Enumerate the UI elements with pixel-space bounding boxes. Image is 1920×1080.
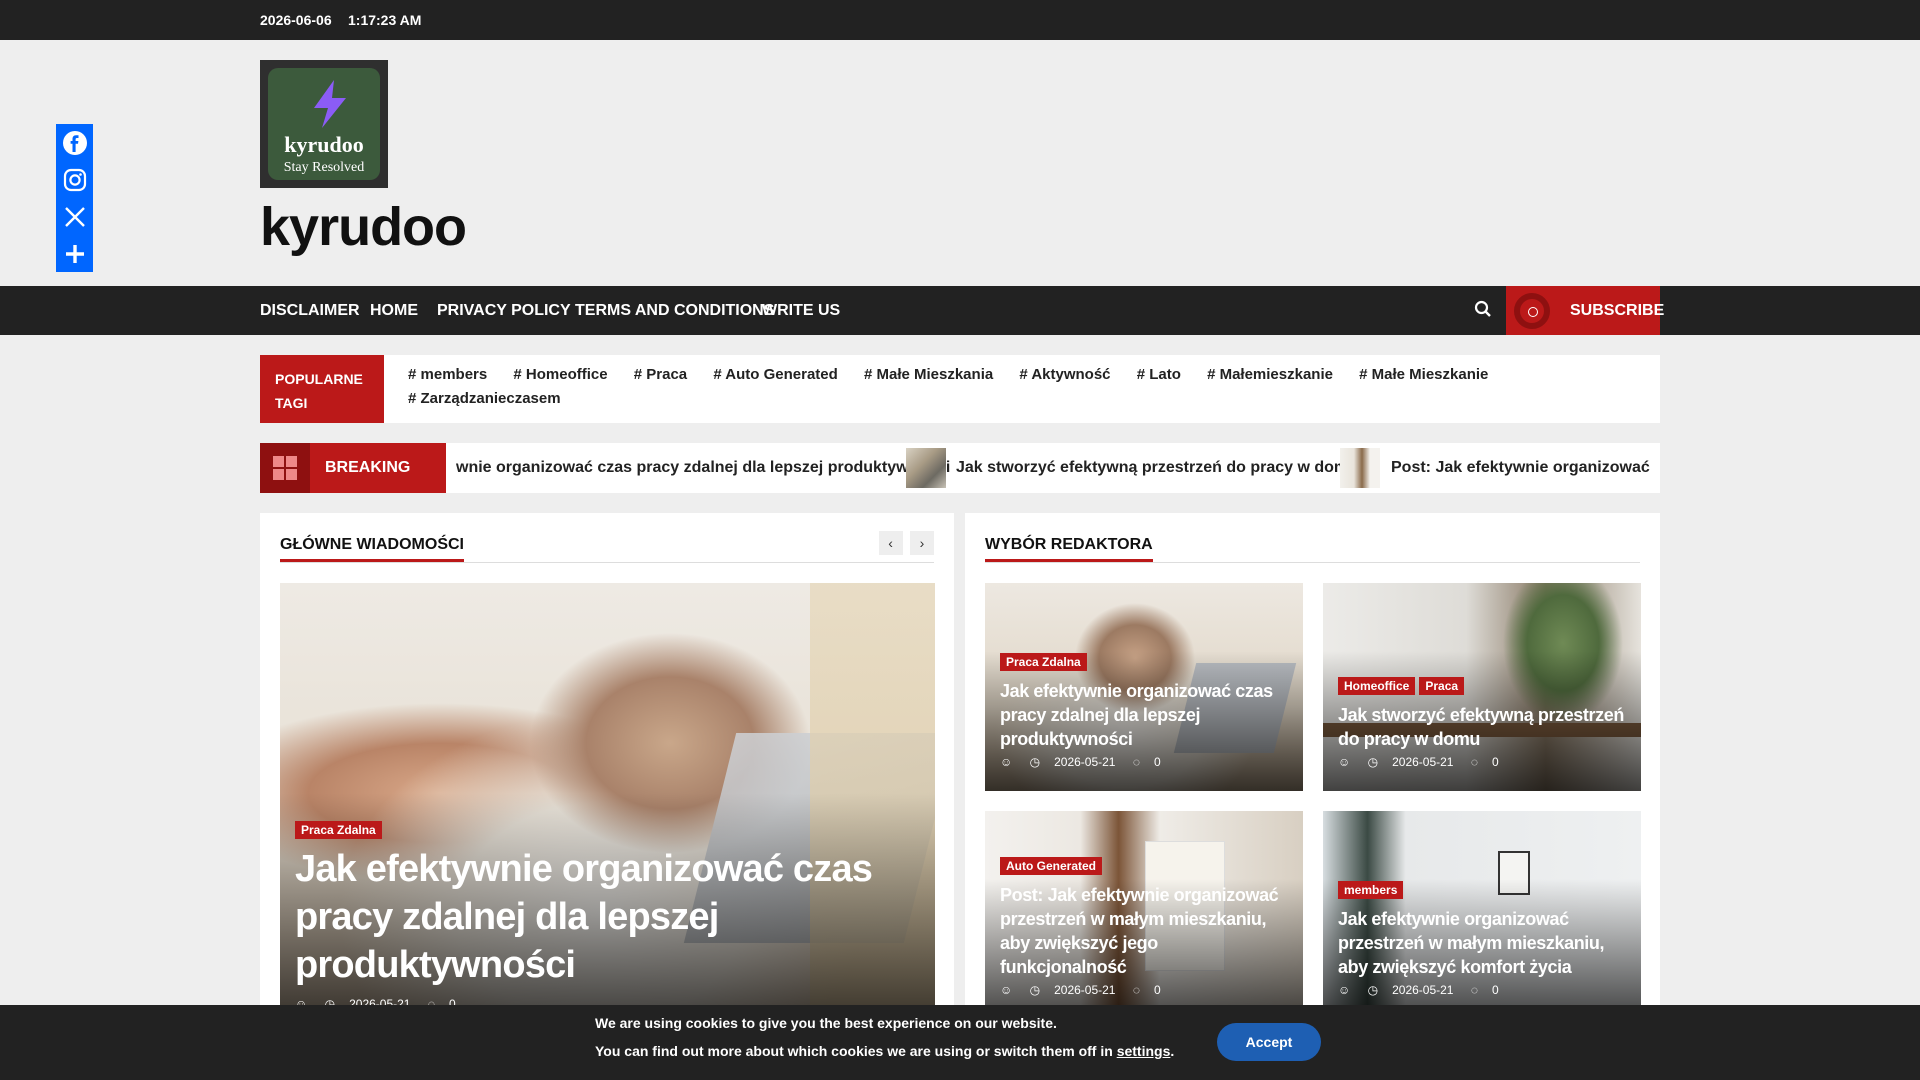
breaking-news-bar: BREAKING NEWS wnie organizować czas prac… <box>260 443 1660 493</box>
comment-icon: ◌ <box>1470 755 1478 769</box>
cookie-settings-link[interactable]: settings <box>1117 1043 1171 1059</box>
slider-next-button[interactable]: › <box>910 531 934 555</box>
top-bar: 2026-06-06 1:17:23 AM <box>0 0 1920 40</box>
subscribe-ring-icon <box>1514 293 1550 329</box>
nav-item-disclaimer[interactable]: DISCLAIMER <box>260 286 360 335</box>
comment-count[interactable]: 0 <box>1154 755 1161 769</box>
editors-pick-heading: WYBÓR REDAKTORA <box>985 533 1153 562</box>
breaking-news-ticker: wnie organizować czas pracy zdalnej dla … <box>456 443 1650 493</box>
nav-item-write-us[interactable]: WRITE US <box>762 286 840 335</box>
post-date: 2026-05-21 <box>1054 983 1116 997</box>
tags-list: # members # Homeoffice # Praca # Auto Ge… <box>408 363 1648 411</box>
editor-card[interactable]: Praca Zdalna Jak efektywnie organizować … <box>985 583 1303 791</box>
grid-icon <box>260 443 310 493</box>
cookie-line-1: We are using cookies to give you the bes… <box>595 1015 1057 1031</box>
subscribe-label: SUBSCRIBE <box>1570 302 1665 319</box>
ticker-item[interactable]: wnie organizować czas pracy zdalnej dla … <box>456 443 950 493</box>
comment-count[interactable]: 0 <box>1492 755 1499 769</box>
clock-icon: ◷ <box>1367 983 1379 997</box>
comment-count[interactable]: 0 <box>1154 983 1161 997</box>
site-title[interactable]: kyrudoo <box>260 196 467 258</box>
clock-icon: ◷ <box>1367 755 1379 769</box>
clock-icon: ◷ <box>1029 755 1041 769</box>
nav-item-home[interactable]: HOME <box>370 286 418 335</box>
author-icon[interactable]: ☺ <box>1000 983 1012 997</box>
popular-tags: POPULARNE TAGI # members # Homeoffice # … <box>260 355 1660 423</box>
author-icon[interactable]: ☺ <box>1338 983 1350 997</box>
comment-count[interactable]: 0 <box>1492 983 1499 997</box>
tag-link[interactable]: # Praca <box>634 363 687 387</box>
tag-link[interactable]: # Lato <box>1137 363 1181 387</box>
comment-icon: ◌ <box>1470 983 1478 997</box>
tag-link[interactable]: # Zarządzanieczasem <box>408 387 561 411</box>
category-badge[interactable]: Auto Generated <box>1000 857 1103 875</box>
category-badge[interactable]: Praca Zdalna <box>295 821 382 839</box>
comment-icon: ◌ <box>1132 755 1140 769</box>
share-plus-icon[interactable] <box>56 235 93 272</box>
ticker-item[interactable]: Jak stworzyć efektywną przestrzeń do pra… <box>956 443 1358 493</box>
current-date: 2026-06-06 <box>260 12 332 28</box>
category-badge[interactable]: Homeoffice <box>1338 677 1416 695</box>
site-logo[interactable]: kyrudoo Stay Resolved <box>260 60 388 188</box>
main-news-panel: GŁÓWNE WIADOMOŚCI ‹ › Praca Zdalna Jak e… <box>260 513 954 1013</box>
post-date: 2026-05-21 <box>1392 983 1454 997</box>
card-title[interactable]: Jak efektywnie organizować czas pracy zd… <box>1000 679 1288 751</box>
cookie-line-2: You can find out more about which cookie… <box>595 1043 1113 1059</box>
tag-link[interactable]: # Małe Mieszkania <box>864 363 993 387</box>
clock-icon: ◷ <box>1029 983 1041 997</box>
editor-card[interactable]: Homeoffice Praca Jak stworzyć efektywną p… <box>1323 583 1641 791</box>
nav-item-terms[interactable]: TERMS AND CONDITIONS <box>575 286 774 335</box>
post-date: 2026-05-21 <box>1054 755 1116 769</box>
tag-link[interactable]: # Auto Generated <box>713 363 837 387</box>
lightning-bolt-icon <box>308 80 352 135</box>
editors-pick-panel: WYBÓR REDAKTORA Praca Zdalna Jak efektyw… <box>965 513 1660 1019</box>
x-twitter-icon[interactable] <box>56 198 93 235</box>
author-icon[interactable]: ☺ <box>1338 755 1350 769</box>
tag-link[interactable]: # Homeoffice <box>513 363 607 387</box>
ticker-thumbnail[interactable] <box>906 448 946 488</box>
tag-link[interactable]: # Małe Mieszkanie <box>1359 363 1488 387</box>
breaking-news-label: BREAKING NEWS <box>310 443 446 493</box>
card-title[interactable]: Jak efektywnie organizować przestrzeń w … <box>1338 907 1626 979</box>
author-icon[interactable]: ☺ <box>1000 755 1012 769</box>
subscribe-button[interactable]: SUBSCRIBE <box>1506 286 1664 335</box>
current-time: 1:17:23 AM <box>348 12 422 28</box>
facebook-icon[interactable] <box>56 124 93 161</box>
post-date: 2026-05-21 <box>1392 755 1454 769</box>
tag-link[interactable]: # members <box>408 363 487 387</box>
featured-title[interactable]: Jak efektywnie organizować czas pracy zd… <box>295 845 920 989</box>
popular-tags-label: POPULARNE TAGI <box>260 355 384 423</box>
tag-link[interactable]: # Małemieszkanie <box>1207 363 1333 387</box>
category-badge[interactable]: Praca <box>1419 677 1465 695</box>
card-title[interactable]: Post: Jak efektywnie organizować przestr… <box>1000 883 1288 979</box>
ticker-thumbnail[interactable] <box>1340 448 1380 488</box>
comment-icon: ◌ <box>1132 983 1140 997</box>
share-bar <box>56 124 93 272</box>
editor-card[interactable]: Auto Generated Post: Jak efektywnie orga… <box>985 811 1303 1019</box>
featured-article[interactable]: Praca Zdalna Jak efektywnie organizować … <box>280 583 935 1013</box>
editor-card[interactable]: members Jak efektywnie organizować przes… <box>1323 811 1641 1019</box>
slider-prev-button[interactable]: ‹ <box>878 531 903 555</box>
logo-tagline: Stay Resolved <box>283 160 365 175</box>
main-news-heading: GŁÓWNE WIADOMOŚCI <box>280 533 464 562</box>
category-badge[interactable]: members <box>1338 881 1404 899</box>
search-icon[interactable] <box>1474 300 1494 320</box>
cookie-accept-button[interactable]: Accept <box>1217 1023 1321 1061</box>
cookie-notice: We are using cookies to give you the bes… <box>0 1005 1920 1080</box>
tag-link[interactable]: # Aktywność <box>1019 363 1110 387</box>
card-title[interactable]: Jak stworzyć efektywną przestrzeń do pra… <box>1338 703 1626 751</box>
nav-item-privacy-policy[interactable]: PRIVACY POLICY <box>437 286 571 335</box>
instagram-icon[interactable] <box>56 161 93 198</box>
category-badge[interactable]: Praca Zdalna <box>1000 653 1087 671</box>
logo-name: kyrudoo <box>284 132 364 157</box>
ticker-item[interactable]: Post: Jak efektywnie organizować przest <box>1391 443 1650 493</box>
